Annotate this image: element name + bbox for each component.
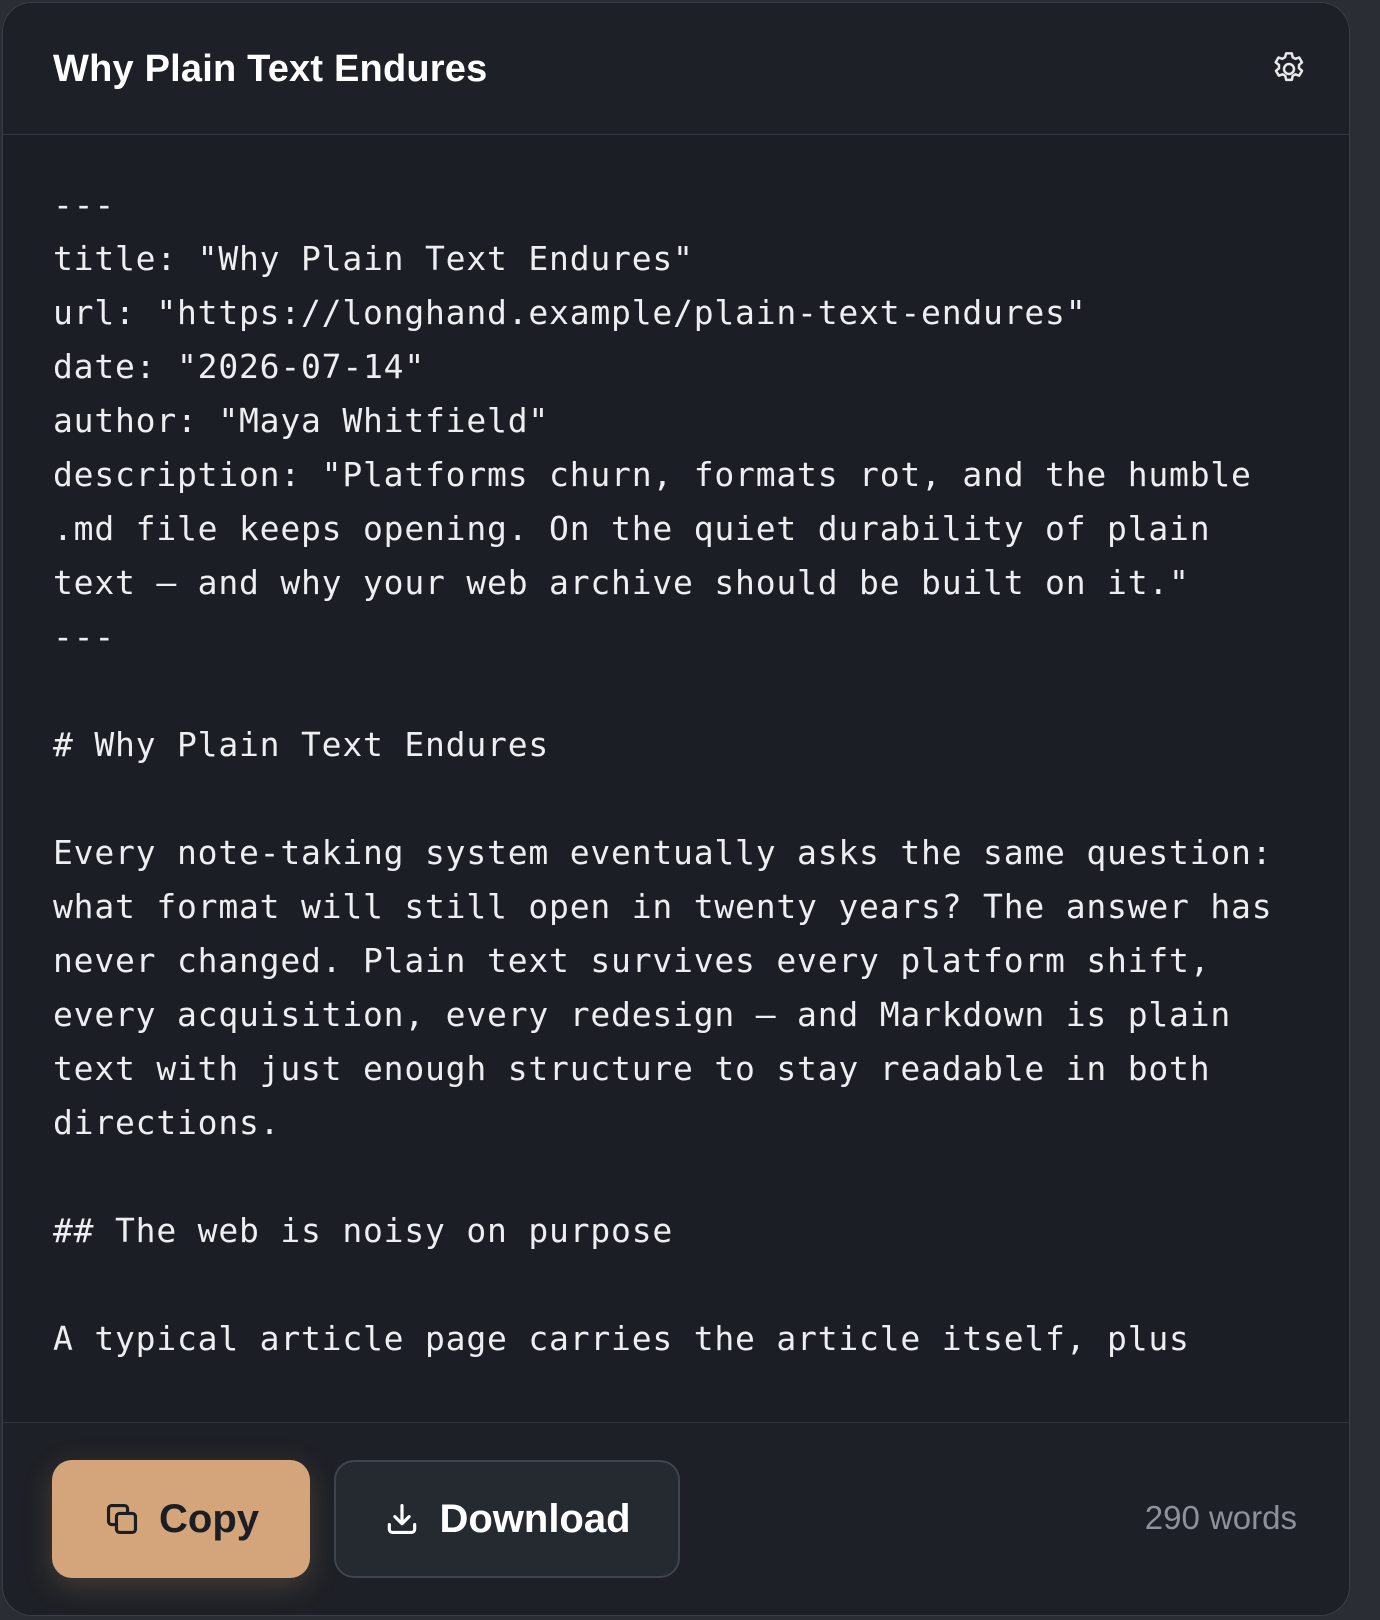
- markdown-text: --- title: "Why Plain Text Endures" url:…: [53, 185, 1273, 1358]
- markdown-preview-panel: Why Plain Text Endures --- title: "Why P…: [2, 2, 1350, 1616]
- copy-icon: [103, 1500, 141, 1538]
- copy-button[interactable]: Copy: [52, 1460, 310, 1578]
- action-footer: Copy Download 290 words: [3, 1422, 1349, 1615]
- download-button[interactable]: Download: [334, 1460, 680, 1578]
- word-count: 290 words: [1144, 1499, 1297, 1536]
- panel-header: Why Plain Text Endures: [3, 3, 1349, 135]
- markdown-content-area[interactable]: --- title: "Why Plain Text Endures" url:…: [3, 136, 1349, 1426]
- gear-icon: [1269, 49, 1309, 89]
- download-icon: [383, 1500, 421, 1538]
- page-title: Why Plain Text Endures: [53, 48, 488, 90]
- download-button-label: Download: [439, 1496, 631, 1541]
- copy-button-label: Copy: [159, 1496, 259, 1541]
- settings-button[interactable]: [1265, 45, 1313, 93]
